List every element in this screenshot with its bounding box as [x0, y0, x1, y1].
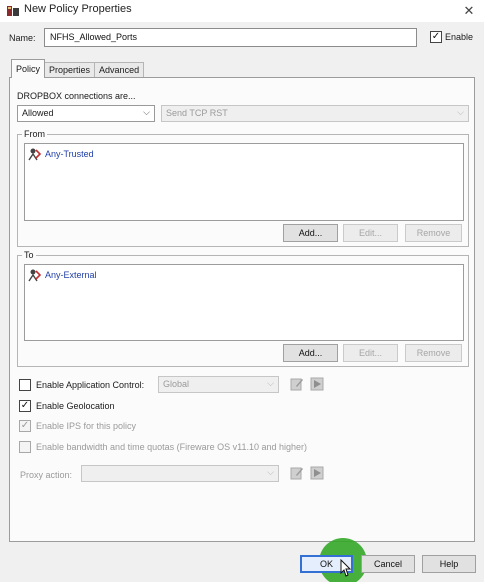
to-list[interactable]: Any-External — [24, 264, 464, 341]
help-button[interactable]: Help — [422, 555, 476, 573]
app-control-select: Global ⌵ — [158, 376, 279, 393]
policy-panel: DROPBOX connections are... Allowed ⌵ Sen… — [9, 77, 475, 542]
ips-label: Enable IPS for this policy — [36, 421, 137, 431]
tab-policy[interactable]: Policy — [11, 59, 46, 78]
cancel-button[interactable]: Cancel — [361, 555, 415, 573]
title-bar: New Policy Properties ✕ — [0, 0, 484, 22]
firewall-policy-icon — [7, 6, 19, 16]
ips-row: ✓ Enable IPS for this policy — [19, 420, 136, 432]
to-title: To — [22, 250, 36, 260]
name-label: Name: — [9, 33, 36, 43]
from-list[interactable]: Any-Trusted — [24, 143, 464, 221]
connection-action-value: Allowed — [22, 108, 54, 118]
enable-checkbox-box[interactable]: ✓ — [430, 31, 442, 43]
to-edit-button: Edit... — [343, 344, 398, 362]
tab-properties[interactable]: Properties — [44, 62, 96, 78]
window-title: New Policy Properties — [24, 3, 132, 15]
geolocation-label: Enable Geolocation — [36, 401, 115, 411]
geolocation-checkbox[interactable]: ✓ — [19, 400, 31, 412]
edit-icon — [290, 378, 303, 391]
policy-name-input[interactable]: NFHS_Allowed_Ports — [44, 28, 417, 47]
connections-label: DROPBOX connections are... — [17, 91, 136, 101]
new-action-icon — [310, 466, 324, 480]
ips-checkbox: ✓ — [19, 420, 31, 432]
chevron-down-icon: ⌵ — [267, 467, 274, 477]
to-add-button[interactable]: Add... — [283, 344, 338, 362]
proxy-action-select: ⌵ — [81, 465, 279, 482]
app-control-label: Enable Application Control: — [36, 380, 145, 390]
bandwidth-row: Enable bandwidth and time quotas (Firewa… — [19, 441, 307, 453]
bandwidth-checkbox — [19, 441, 31, 453]
to-entry-label: Any-External — [45, 270, 97, 280]
enable-checkbox[interactable]: ✓ Enable — [430, 31, 473, 43]
tab-strip: Policy Properties Advanced — [11, 59, 145, 78]
tab-advanced[interactable]: Advanced — [94, 62, 145, 78]
proxy-action-label: Proxy action: — [20, 470, 73, 480]
from-edit-button: Edit... — [343, 224, 398, 242]
app-control-checkbox[interactable] — [19, 379, 31, 391]
network-alias-icon — [28, 148, 41, 161]
from-entry-label: Any-Trusted — [45, 149, 94, 159]
app-control-value: Global — [163, 379, 190, 389]
network-alias-icon — [28, 269, 41, 282]
new-action-icon — [310, 377, 324, 391]
from-remove-button: Remove — [405, 224, 462, 242]
app-control-row[interactable]: Enable Application Control: — [19, 379, 144, 391]
to-group: To Any-External Add... Edit... Remove — [17, 250, 469, 367]
to-remove-button: Remove — [405, 344, 462, 362]
deny-option-value: Send TCP RST — [166, 108, 228, 118]
enable-label: Enable — [445, 32, 474, 42]
connection-action-select[interactable]: Allowed ⌵ — [17, 105, 155, 122]
geolocation-row[interactable]: ✓ Enable Geolocation — [19, 400, 115, 412]
bandwidth-label: Enable bandwidth and time quotas (Firewa… — [36, 442, 307, 452]
mouse-cursor-icon — [340, 559, 352, 577]
list-item[interactable]: Any-External — [27, 268, 97, 282]
edit-icon — [290, 467, 303, 480]
list-item[interactable]: Any-Trusted — [27, 147, 94, 161]
from-title: From — [22, 129, 47, 139]
chevron-down-icon: ⌵ — [267, 378, 274, 388]
from-add-button[interactable]: Add... — [283, 224, 338, 242]
chevron-down-icon: ⌵ — [143, 107, 150, 117]
from-group: From Any-Trusted Add... Edit... Remove — [17, 129, 469, 247]
chevron-down-icon: ⌵ — [457, 107, 464, 117]
close-button[interactable]: ✕ — [460, 2, 478, 20]
deny-option-select: Send TCP RST ⌵ — [161, 105, 469, 122]
